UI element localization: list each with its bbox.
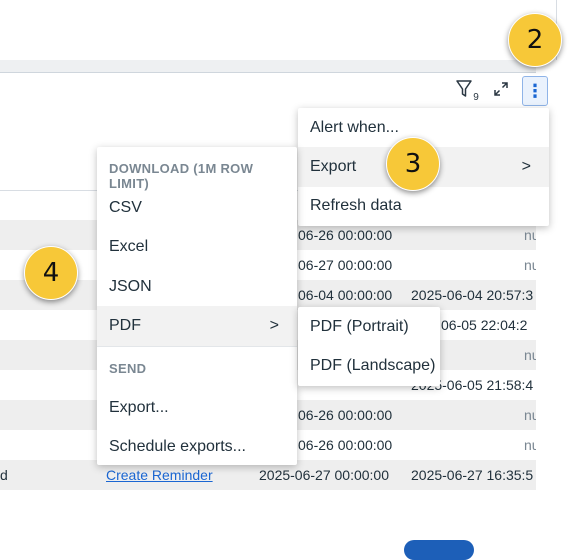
menu-item-json[interactable]: JSON	[97, 267, 297, 307]
page-header-area	[0, 0, 557, 60]
menu-item-label: Excel	[109, 238, 149, 255]
table-cell-date: 06-26 00:00:00	[298, 407, 393, 423]
table-cell-date: 2025-06-27 00:00:00	[259, 467, 389, 483]
menu-item-schedule-exports[interactable]: Schedule exports...	[97, 427, 297, 467]
filter-count: 9	[473, 91, 479, 103]
menu-item-pdf[interactable]: PDF >	[97, 306, 297, 346]
filter-button[interactable]: 9	[452, 76, 482, 106]
more-options-button[interactable]: ⋮	[522, 76, 548, 106]
menu-item-label: Refresh data	[310, 197, 402, 214]
more-vertical-icon: ⋮	[526, 80, 544, 101]
menu-item-label: Alert when...	[310, 119, 399, 136]
table-cell-time: 2025-06-04 20:57:3	[411, 287, 534, 303]
send-section-header: SEND	[109, 361, 147, 376]
expand-button[interactable]	[488, 76, 514, 106]
menu-item-label: Schedule exports...	[109, 438, 246, 455]
pdf-submenu: PDF (Portrait) PDF (Landscape)	[298, 307, 440, 386]
menu-divider	[97, 346, 297, 347]
menu-item-pdf-landscape[interactable]: PDF (Landscape)	[298, 346, 440, 386]
table-cell-date: 06-26 00:00:00	[298, 437, 393, 453]
menu-item-export-dialog[interactable]: Export...	[97, 388, 297, 428]
visualization-toolbar: 9 ⋮	[446, 74, 550, 108]
primary-action-button[interactable]	[404, 540, 474, 560]
menu-item-label: Export...	[109, 399, 169, 416]
step-badge-2: 2	[508, 13, 562, 67]
menu-item-label: JSON	[109, 278, 152, 295]
menu-item-label: Export	[310, 158, 357, 175]
export-submenu: DOWNLOAD (1M ROW LIMIT) CSV Excel JSON P…	[97, 147, 297, 465]
step-badge-3: 3	[386, 137, 440, 191]
menu-item-label: CSV	[109, 199, 142, 216]
expand-icon	[492, 80, 510, 103]
menu-item-label: PDF (Landscape)	[310, 357, 436, 374]
chevron-right-icon: >	[521, 158, 531, 175]
table-cell-date: 06-04 00:00:00	[298, 287, 393, 303]
menu-item-refresh-data[interactable]: Refresh data	[298, 186, 549, 226]
menu-item-label: PDF	[109, 317, 141, 334]
menu-item-label: PDF (Portrait)	[310, 318, 409, 335]
section-divider	[0, 60, 556, 72]
table-cell-text: d	[0, 467, 8, 483]
step-badge-4: 4	[24, 246, 78, 300]
menu-item-csv[interactable]: CSV	[97, 188, 297, 228]
table-cell-time: 06-05 22:04:2	[441, 317, 528, 333]
create-reminder-link[interactable]: Create Reminder	[106, 467, 213, 483]
chevron-right-icon: >	[269, 317, 279, 334]
table-cell-time: 2025-06-27 16:35:5	[411, 467, 534, 483]
table-cell-date: 06-27 00:00:00	[298, 257, 393, 273]
filter-icon	[455, 78, 475, 105]
menu-item-pdf-portrait[interactable]: PDF (Portrait)	[298, 307, 440, 347]
menu-item-excel[interactable]: Excel	[97, 227, 297, 267]
download-section-header: DOWNLOAD (1M ROW LIMIT)	[109, 161, 254, 191]
table-cell-date: 06-26 00:00:00	[298, 227, 393, 243]
